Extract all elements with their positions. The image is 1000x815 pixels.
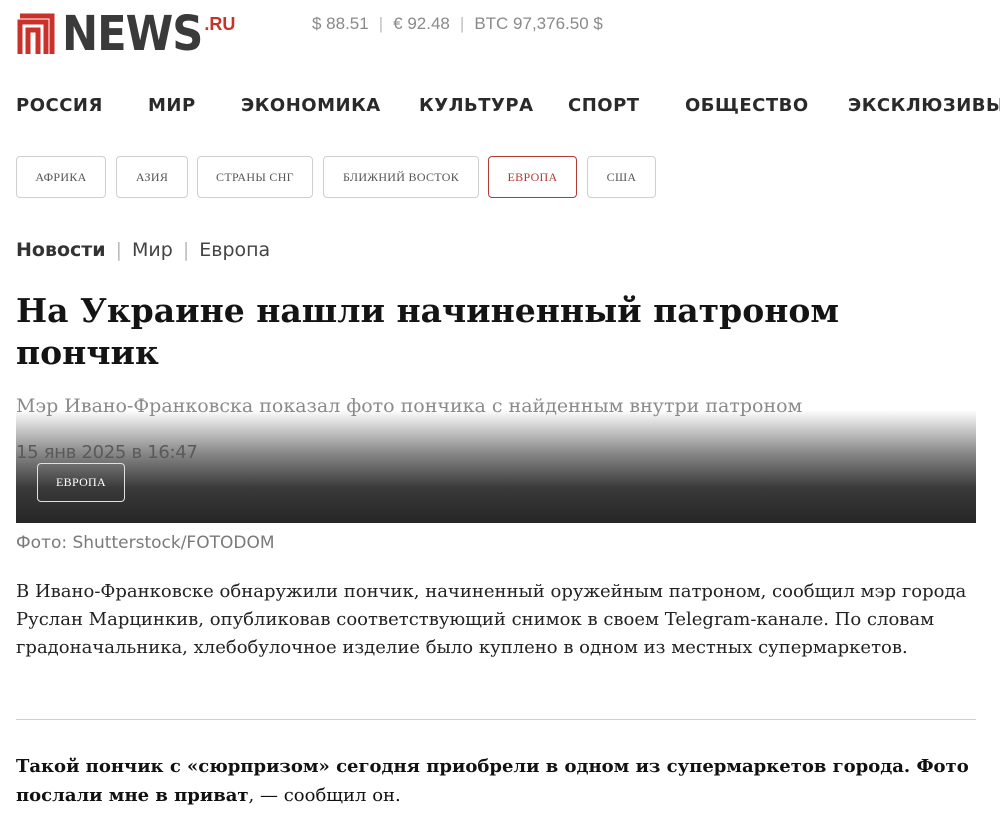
article-title: На Украине нашли начиненный патроном пон… bbox=[16, 291, 840, 372]
logo-text: NEWS bbox=[62, 6, 203, 62]
article-lead: Мэр Ивано-Франковска показал фото пончик… bbox=[16, 395, 803, 417]
nav-item-sport[interactable]: СПОРТ bbox=[568, 95, 640, 116]
rate-separator: | bbox=[459, 14, 465, 33]
rate-usd: $ 88.51 bbox=[312, 14, 369, 33]
breadcrumb-separator: | bbox=[115, 239, 123, 261]
site-header: NEWS .RU $ 88.51 | € 92.48 | BTC 97,376.… bbox=[0, 0, 1000, 70]
subnav-asia[interactable]: АЗИЯ bbox=[116, 156, 188, 198]
nav-item-culture[interactable]: КУЛЬТУРА bbox=[419, 95, 534, 116]
subnav-usa[interactable]: США bbox=[587, 156, 656, 198]
breadcrumb-separator: | bbox=[182, 239, 190, 261]
photo-credit: Фото: Shutterstock/FOTODOM bbox=[16, 533, 275, 553]
breadcrumb-europe[interactable]: Европа bbox=[199, 239, 270, 261]
nav-item-world[interactable]: МИР bbox=[148, 95, 196, 116]
nav-item-russia[interactable]: РОССИЯ bbox=[16, 95, 103, 116]
site-logo[interactable]: NEWS .RU bbox=[16, 6, 236, 62]
nav-item-society[interactable]: ОБЩЕСТВО bbox=[685, 95, 809, 116]
subnav-africa[interactable]: АФРИКА bbox=[16, 156, 106, 198]
quote-bold-text: Такой пончик с «сюрпризом» сегодня приоб… bbox=[16, 756, 969, 806]
rate-separator: | bbox=[378, 14, 384, 33]
subnav-middle-east[interactable]: БЛИЖНИЙ ВОСТОК bbox=[323, 156, 479, 198]
currency-rates: $ 88.51 | € 92.48 | BTC 97,376.50 $ bbox=[312, 14, 603, 34]
article-hero-image bbox=[16, 405, 976, 523]
logo-suffix: .RU bbox=[204, 14, 236, 34]
main-nav: РОССИЯ МИР ЭКОНОМИКА КУЛЬТУРА СПОРТ ОБЩЕ… bbox=[16, 95, 1000, 119]
article-quote: Такой пончик с «сюрпризом» сегодня приоб… bbox=[16, 752, 976, 810]
breadcrumb-world[interactable]: Мир bbox=[132, 239, 173, 261]
divider bbox=[16, 719, 976, 720]
subnav-europe[interactable]: ЕВРОПА bbox=[488, 156, 577, 198]
rate-eur: € 92.48 bbox=[393, 14, 450, 33]
category-badge[interactable]: ЕВРОПА bbox=[37, 463, 125, 502]
rate-btc: BTC 97,376.50 $ bbox=[474, 14, 603, 33]
nav-item-economy[interactable]: ЭКОНОМИКА bbox=[241, 95, 381, 116]
nav-item-exclusives[interactable]: ЭКСКЛЮЗИВЫ bbox=[848, 95, 1000, 116]
breadcrumb: Новости | Мир | Европа bbox=[16, 239, 270, 261]
article-date: 15 янв 2025 в 16:47 bbox=[16, 442, 198, 463]
quote-attribution: , — сообщил он. bbox=[248, 785, 401, 806]
subnav-cis[interactable]: СТРАНЫ СНГ bbox=[197, 156, 313, 198]
logo-mark-icon bbox=[17, 13, 55, 54]
article-body-paragraph: В Ивано-Франковске обнаружили пончик, на… bbox=[16, 581, 967, 658]
breadcrumb-news[interactable]: Новости bbox=[16, 239, 106, 261]
